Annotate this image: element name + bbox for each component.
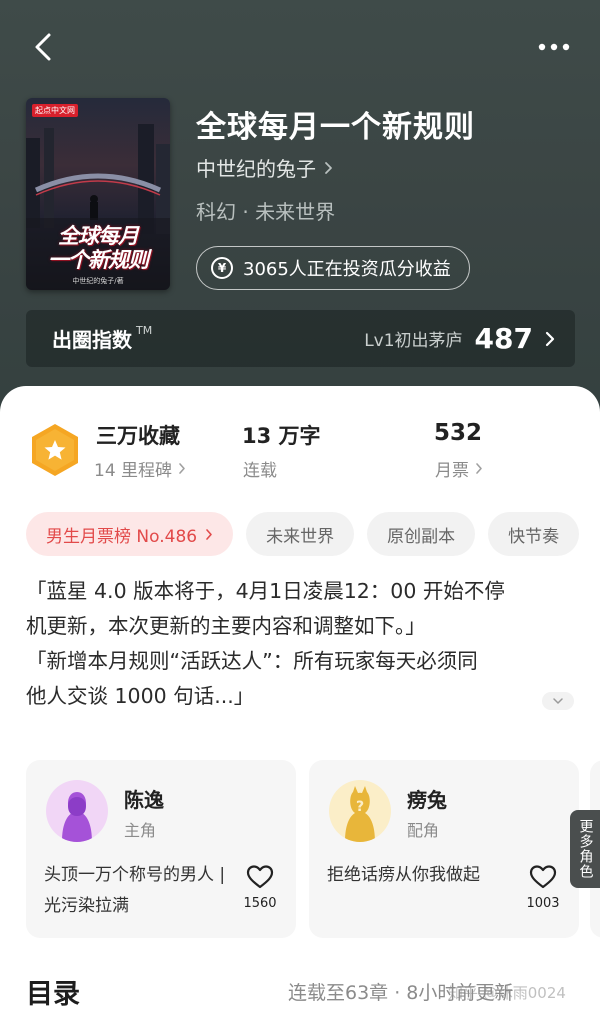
person-silhouette-icon	[46, 780, 108, 842]
book-header: 起点中文网 全球每月 一个新规则 中世纪的兔子/著 全球每月一个新规则 中世纪的…	[0, 0, 600, 430]
character-card[interactable]: 陈逸 主角 头顶一万个称号的男人 | 光污染拉满 1560	[26, 760, 296, 938]
synopsis-line: 「蓝星 4.0 版本将于，4月1日凌晨12：00 开始不停	[26, 579, 505, 603]
heart-icon	[529, 865, 557, 889]
monthly-ticket-count: 532	[434, 420, 483, 446]
book-cover[interactable]: 起点中文网 全球每月 一个新规则 中世纪的兔子/著	[26, 98, 170, 290]
back-arrow-icon	[35, 33, 51, 61]
character-role: 配角	[407, 821, 440, 840]
popularity-label: 出圈指数 TM	[52, 324, 152, 353]
popularity-label-text: 出圈指数	[52, 328, 132, 352]
popularity-level: Lv1初出茅庐	[364, 331, 463, 351]
character-name: 陈逸	[124, 788, 164, 812]
popularity-index-bar[interactable]: 出圈指数 TM Lv1初出茅庐 487	[26, 310, 575, 367]
like-count: 1560	[243, 896, 277, 911]
chevron-right-icon	[545, 331, 555, 346]
popularity-value: Lv1初出茅庐 487	[364, 322, 555, 355]
character-avatar	[46, 780, 108, 842]
monthly-ticket-text: 月票	[435, 461, 469, 481]
invest-button[interactable]: ¥ 3065人正在投资瓜分收益	[196, 246, 470, 290]
monthly-ticket-link[interactable]: 月票	[435, 456, 483, 481]
character-role: 主角	[124, 821, 157, 840]
tag-list: 男生月票榜 No.486 未来世界 原创副本 快节奏	[26, 512, 580, 556]
tag-item[interactable]: 原创副本	[367, 512, 476, 556]
tag-item[interactable]: 未来世界	[246, 512, 355, 556]
chevron-right-icon	[476, 463, 482, 474]
tag-item[interactable]: 快节奏	[488, 512, 580, 556]
popularity-score: 487	[474, 322, 533, 355]
cover-publisher: 起点中文网	[32, 104, 78, 117]
like-button[interactable]: 1003	[525, 864, 561, 911]
chevron-down-icon	[553, 698, 563, 704]
more-dots-icon	[538, 43, 570, 51]
character-name: 痨兔	[407, 788, 447, 812]
author-link[interactable]: 中世纪的兔子	[196, 153, 333, 182]
tag-rank[interactable]: 男生月票榜 No.486	[26, 512, 234, 556]
more-button[interactable]	[534, 30, 574, 64]
word-count: 13 万字	[242, 424, 321, 448]
chevron-right-icon	[206, 528, 212, 540]
book-title: 全球每月一个新规则	[196, 110, 475, 145]
yen-icon: ¥	[211, 257, 233, 279]
synopsis-line: 「新增本月规则“活跃达人”：所有玩家每天必须同	[26, 649, 478, 673]
more-characters-label: 更多角色	[577, 819, 594, 879]
stats-row: 三万收藏 14 里程碑 13 万字 连载 532 月票	[0, 386, 600, 496]
synopsis-line: 机更新，本次更新的主要内容和调整如下。」	[26, 614, 426, 638]
book-genre: 科幻 · 未来世界	[196, 200, 336, 224]
milestone-link[interactable]: 14 里程碑	[94, 456, 186, 481]
character-description: 拒绝话痨从你我做起	[327, 865, 480, 885]
serial-status-text: 连载	[243, 461, 277, 481]
cover-title: 全球每月 一个新规则	[26, 224, 170, 272]
trademark-mark: TM	[136, 324, 153, 337]
chevron-right-icon	[179, 463, 185, 474]
character-description: 头顶一万个称号的男人 | 光污染拉满	[44, 865, 226, 916]
invest-text: 3065人正在投资瓜分收益	[243, 259, 451, 280]
synopsis-line: 他人交谈 1000 句话...」	[26, 684, 255, 708]
like-button[interactable]: 1560	[242, 864, 278, 911]
cover-title-line2: 一个新规则	[48, 248, 149, 272]
serial-status: 连载	[243, 456, 277, 481]
author-name: 中世纪的兔子	[196, 157, 316, 181]
tag-rank-text: 男生月票榜 No.486	[46, 526, 198, 547]
toc-title: 目录	[26, 979, 80, 1010]
milestone-badge-icon	[32, 424, 78, 476]
character-avatar: ?	[329, 780, 391, 842]
chevron-right-icon	[325, 161, 332, 174]
milestone-text: 14 里程碑	[94, 461, 173, 481]
more-characters-button[interactable]: 更多角色	[570, 810, 600, 888]
synopsis[interactable]: 「蓝星 4.0 版本将于，4月1日凌晨12：00 开始不停 机更新，本次更新的主…	[26, 574, 578, 714]
back-button[interactable]	[26, 30, 60, 64]
book-detail-card: 三万收藏 14 里程碑 13 万字 连载 532 月票 男生月票榜 No.486…	[0, 386, 600, 1023]
svg-text:?: ?	[356, 799, 364, 815]
expand-synopsis-button[interactable]	[542, 692, 574, 710]
watermark: 知乎 @沐雨0024	[448, 984, 566, 1002]
collection-count: 三万收藏	[96, 424, 180, 448]
character-card[interactable]: ? 痨兔 配角 拒绝话痨从你我做起 1003	[309, 760, 579, 938]
heart-icon	[246, 865, 274, 889]
like-count: 1003	[526, 896, 560, 911]
cover-author: 中世纪的兔子/著	[72, 277, 124, 285]
cover-title-line1: 全球每月	[58, 224, 139, 248]
mystery-character-icon: ?	[329, 780, 391, 842]
